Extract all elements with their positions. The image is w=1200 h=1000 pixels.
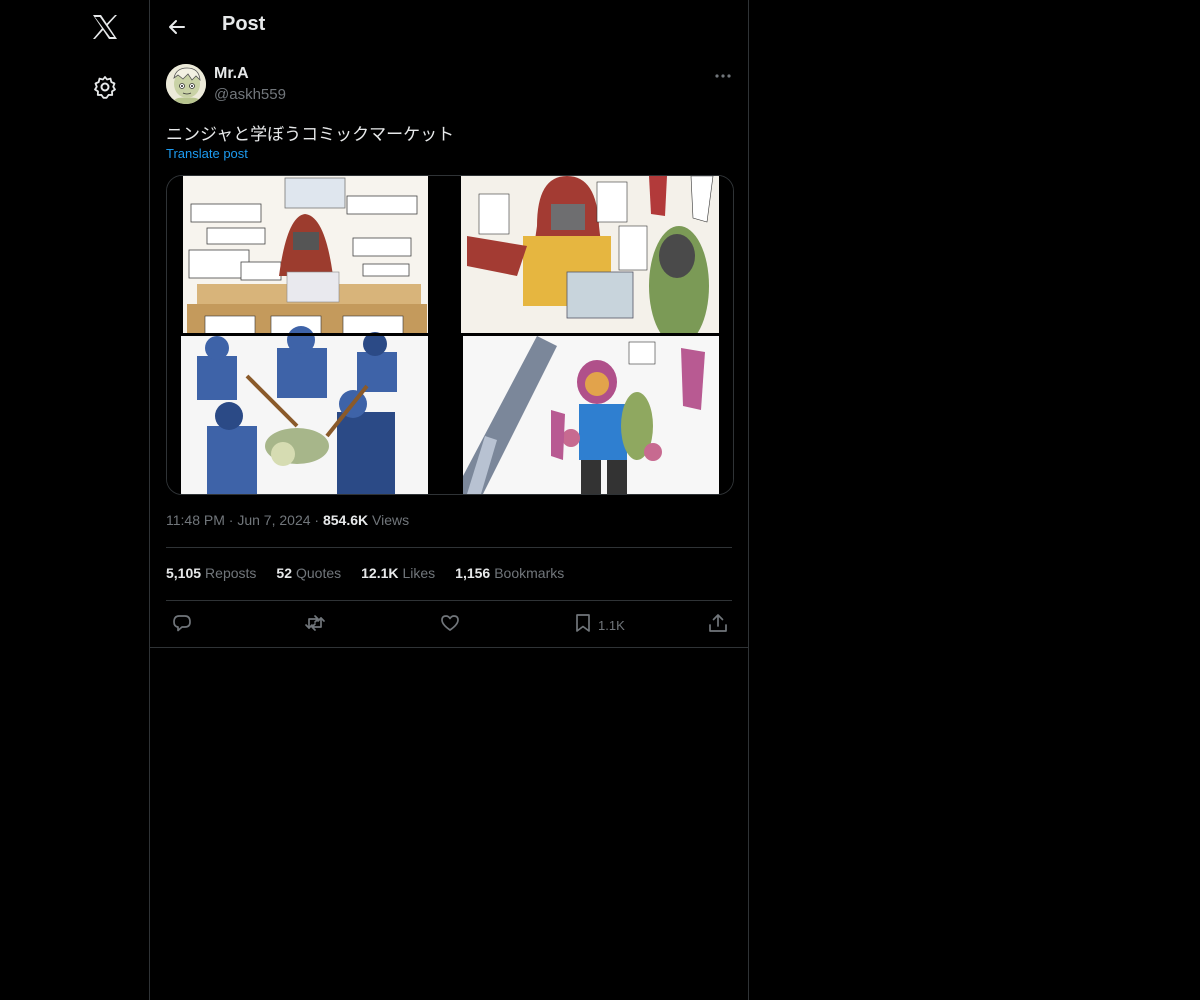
post-media-image[interactable] bbox=[166, 175, 734, 495]
bookmarks-count: 1,156 bbox=[455, 565, 491, 581]
avatar[interactable] bbox=[166, 64, 206, 104]
likes-stat[interactable]: 12.1K Likes bbox=[361, 565, 435, 581]
share-button[interactable] bbox=[708, 613, 728, 638]
x-logo-icon[interactable] bbox=[90, 12, 120, 42]
share-icon bbox=[708, 613, 728, 638]
reposts-stat[interactable]: 5,105 Reposts bbox=[166, 565, 256, 581]
post-date[interactable]: Jun 7, 2024 bbox=[237, 512, 310, 528]
heart-icon bbox=[440, 613, 460, 638]
author-handle[interactable]: @askh559 bbox=[214, 86, 286, 103]
comic-panel-1 bbox=[183, 176, 428, 335]
bookmark-icon bbox=[574, 613, 592, 638]
divider bbox=[166, 547, 732, 548]
page-title: Post bbox=[222, 13, 266, 35]
quotes-label: Quotes bbox=[295, 565, 342, 581]
translate-post-link[interactable]: Translate post bbox=[166, 146, 248, 161]
like-button[interactable] bbox=[440, 614, 460, 636]
likes-label: Likes bbox=[402, 565, 436, 581]
gear-icon[interactable] bbox=[92, 74, 118, 100]
quotes-count: 52 bbox=[276, 565, 292, 581]
page-header: Post bbox=[150, 0, 748, 54]
action-bar: 1.1K bbox=[150, 606, 748, 644]
reply-button[interactable] bbox=[172, 614, 192, 636]
views-count: 854.6K bbox=[322, 512, 369, 528]
views-label: Views bbox=[372, 512, 410, 528]
likes-count: 12.1K bbox=[361, 565, 399, 581]
divider bbox=[150, 647, 748, 648]
reposts-label: Reposts bbox=[205, 565, 257, 581]
left-nav-rail bbox=[0, 0, 149, 1000]
comic-panel-4 bbox=[463, 336, 719, 494]
divider bbox=[166, 600, 732, 601]
post-text: ニンジャと学ぼうコミックマーケット bbox=[166, 125, 455, 145]
bookmark-count: 1.1K bbox=[598, 617, 625, 633]
repost-icon bbox=[304, 613, 326, 638]
comic-panel-3 bbox=[181, 326, 431, 494]
meta-separator: · bbox=[314, 512, 323, 528]
bookmarks-label: Bookmarks bbox=[494, 565, 565, 581]
reply-icon bbox=[172, 613, 192, 638]
bookmark-button[interactable]: 1.1K bbox=[574, 613, 625, 638]
quotes-stat[interactable]: 52 Quotes bbox=[276, 565, 341, 581]
reposts-count: 5,105 bbox=[166, 565, 202, 581]
post-meta: 11:48 PM · Jun 7, 2024 · 854.6K Views bbox=[166, 512, 409, 528]
post-time[interactable]: 11:48 PM bbox=[166, 512, 225, 528]
comic-panel-2 bbox=[461, 176, 719, 346]
author-display-name[interactable]: Mr.A bbox=[214, 65, 249, 83]
more-options-icon[interactable] bbox=[712, 66, 734, 86]
repost-button[interactable] bbox=[304, 614, 326, 636]
post-column: Post Mr.A @askh559 ニンジャと学ぼうコミックマーケット Tra… bbox=[149, 0, 749, 1000]
bookmarks-stat[interactable]: 1,156 Bookmarks bbox=[455, 565, 564, 581]
post-stats: 5,105 Reposts 52 Quotes 12.1K Likes 1,156 Bo… bbox=[166, 565, 564, 581]
arrow-left-icon[interactable] bbox=[166, 16, 188, 38]
